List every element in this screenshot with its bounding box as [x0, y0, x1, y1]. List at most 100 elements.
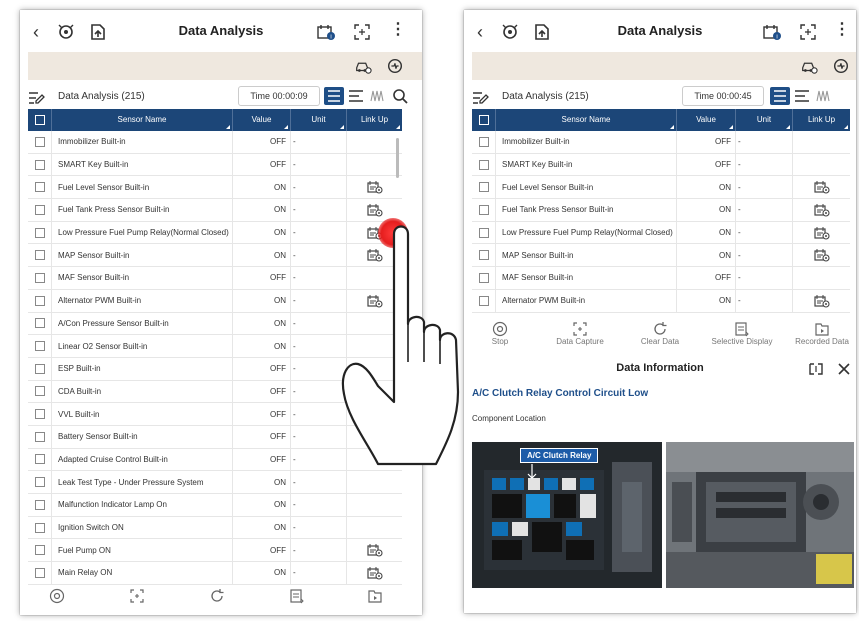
- table-row[interactable]: Fuel Tank Press Sensor Built-in ON -: [28, 199, 402, 222]
- table-row[interactable]: Main Relay ON ON -: [28, 562, 402, 585]
- selective-display-button[interactable]: Selective Display: [700, 321, 784, 346]
- checkbox-box[interactable]: [34, 409, 45, 420]
- stop-button[interactable]: [42, 588, 72, 604]
- checkbox-box[interactable]: [478, 250, 489, 261]
- select-all-checkbox[interactable]: [472, 109, 496, 131]
- checkbox-box[interactable]: [34, 363, 45, 374]
- row-checkbox[interactable]: [472, 244, 496, 267]
- row-checkbox[interactable]: [28, 153, 52, 176]
- column-value[interactable]: Value: [677, 109, 736, 131]
- list-edit-icon[interactable]: [28, 90, 46, 106]
- row-checkbox[interactable]: [472, 267, 496, 289]
- checkbox-box[interactable]: [478, 136, 489, 147]
- row-checkbox[interactable]: [28, 335, 52, 357]
- row-checkbox[interactable]: [28, 494, 52, 516]
- link-up-cell[interactable]: [347, 562, 402, 584]
- link-up-icon[interactable]: [813, 248, 830, 262]
- row-checkbox[interactable]: [28, 471, 52, 493]
- checkbox-box[interactable]: [34, 567, 45, 578]
- expand-icon[interactable]: [808, 362, 824, 376]
- table-row[interactable]: Low Pressure Fuel Pump Relay(Normal Clos…: [28, 221, 402, 245]
- row-checkbox[interactable]: [472, 289, 496, 312]
- checkbox-box[interactable]: [34, 250, 45, 261]
- checkbox-box[interactable]: [34, 431, 45, 442]
- row-checkbox[interactable]: [28, 267, 52, 289]
- table-row[interactable]: A/Con Pressure Sensor Built-in ON -: [28, 312, 402, 336]
- link-up-icon[interactable]: [813, 180, 830, 194]
- text-view-button[interactable]: [346, 87, 366, 105]
- vehicle-settings-icon[interactable]: [800, 57, 818, 75]
- link-up-cell[interactable]: [793, 290, 850, 312]
- link-up-cell[interactable]: [793, 176, 850, 198]
- checkbox-box[interactable]: [34, 545, 45, 556]
- table-row[interactable]: SMART Key Built-in OFF -: [472, 153, 850, 177]
- connection-status-icon[interactable]: [386, 57, 404, 75]
- table-row[interactable]: MAP Sensor Built-in ON -: [28, 244, 402, 268]
- row-checkbox[interactable]: [472, 131, 496, 153]
- checkbox-box[interactable]: [478, 182, 489, 193]
- graph-view-button[interactable]: [814, 87, 834, 105]
- recorded-data-button[interactable]: [360, 588, 390, 604]
- table-scrollbar[interactable]: [396, 138, 399, 178]
- table-row[interactable]: MAF Sensor Built-in OFF -: [28, 267, 402, 290]
- link-up-cell[interactable]: [347, 539, 402, 561]
- stop-button[interactable]: Stop: [474, 321, 526, 346]
- list-view-button[interactable]: [324, 87, 344, 105]
- checkbox-box[interactable]: [478, 272, 489, 283]
- table-row[interactable]: Adapted Cruise Control Built-in OFF -: [28, 448, 402, 472]
- row-checkbox[interactable]: [472, 221, 496, 244]
- link-up-icon[interactable]: [813, 226, 830, 240]
- link-up-icon[interactable]: [366, 180, 383, 194]
- more-menu-icon[interactable]: ⋮: [834, 22, 850, 41]
- row-checkbox[interactable]: [28, 425, 52, 448]
- data-info-icon[interactable]: i: [316, 22, 336, 42]
- row-checkbox[interactable]: [28, 516, 52, 539]
- link-up-icon[interactable]: [366, 543, 383, 557]
- table-row[interactable]: MAF Sensor Built-in OFF -: [472, 267, 850, 290]
- connection-status-icon[interactable]: [832, 57, 850, 75]
- column-sensor-name[interactable]: Sensor Name: [52, 109, 233, 131]
- search-icon[interactable]: [392, 88, 408, 104]
- column-value[interactable]: Value: [233, 109, 291, 131]
- table-row[interactable]: MAP Sensor Built-in ON -: [472, 244, 850, 268]
- clear-data-button[interactable]: [202, 588, 232, 604]
- checkbox-box[interactable]: [478, 295, 489, 306]
- selective-display-button[interactable]: [282, 588, 312, 604]
- table-row[interactable]: Fuel Tank Press Sensor Built-in ON -: [472, 199, 850, 222]
- text-view-button[interactable]: [792, 87, 812, 105]
- link-up-icon[interactable]: [366, 566, 383, 580]
- row-checkbox[interactable]: [28, 562, 52, 584]
- row-checkbox[interactable]: [28, 221, 52, 244]
- row-checkbox[interactable]: [472, 176, 496, 199]
- row-checkbox[interactable]: [28, 176, 52, 199]
- clear-data-button[interactable]: Clear Data: [628, 321, 692, 346]
- checkbox-box[interactable]: [34, 182, 45, 193]
- row-checkbox[interactable]: [28, 312, 52, 335]
- graph-view-button[interactable]: [368, 87, 388, 105]
- data-capture-button[interactable]: Data Capture: [544, 321, 616, 346]
- table-row[interactable]: CDA Built-in OFF -: [28, 380, 402, 404]
- table-row[interactable]: Alternator PWM Built-in ON -: [28, 289, 402, 313]
- column-unit[interactable]: Unit: [736, 109, 793, 131]
- vehicle-settings-icon[interactable]: [354, 57, 372, 75]
- table-row[interactable]: VVL Built-in OFF -: [28, 403, 402, 426]
- row-checkbox[interactable]: [28, 380, 52, 403]
- link-up-cell[interactable]: [793, 244, 850, 266]
- row-checkbox[interactable]: [28, 448, 52, 471]
- checkbox-box[interactable]: [34, 295, 45, 306]
- row-checkbox[interactable]: [28, 539, 52, 562]
- link-up-cell[interactable]: [347, 290, 402, 312]
- link-up-icon[interactable]: [366, 203, 383, 217]
- data-capture-button[interactable]: [122, 588, 152, 604]
- table-row[interactable]: Leak Test Type - Under Pressure System ON…: [28, 471, 402, 494]
- table-row[interactable]: Battery Sensor Built-in OFF -: [28, 425, 402, 449]
- checkbox-box[interactable]: [478, 159, 489, 170]
- column-link-up[interactable]: Link Up: [347, 109, 402, 131]
- capture-frame-icon[interactable]: [798, 22, 818, 42]
- more-menu-icon[interactable]: ⋮: [390, 22, 406, 41]
- row-checkbox[interactable]: [28, 244, 52, 267]
- link-up-icon[interactable]: [366, 248, 383, 262]
- table-row[interactable]: ESP Built-in OFF -: [28, 357, 402, 381]
- column-unit[interactable]: Unit: [291, 109, 347, 131]
- list-edit-icon[interactable]: [472, 90, 490, 106]
